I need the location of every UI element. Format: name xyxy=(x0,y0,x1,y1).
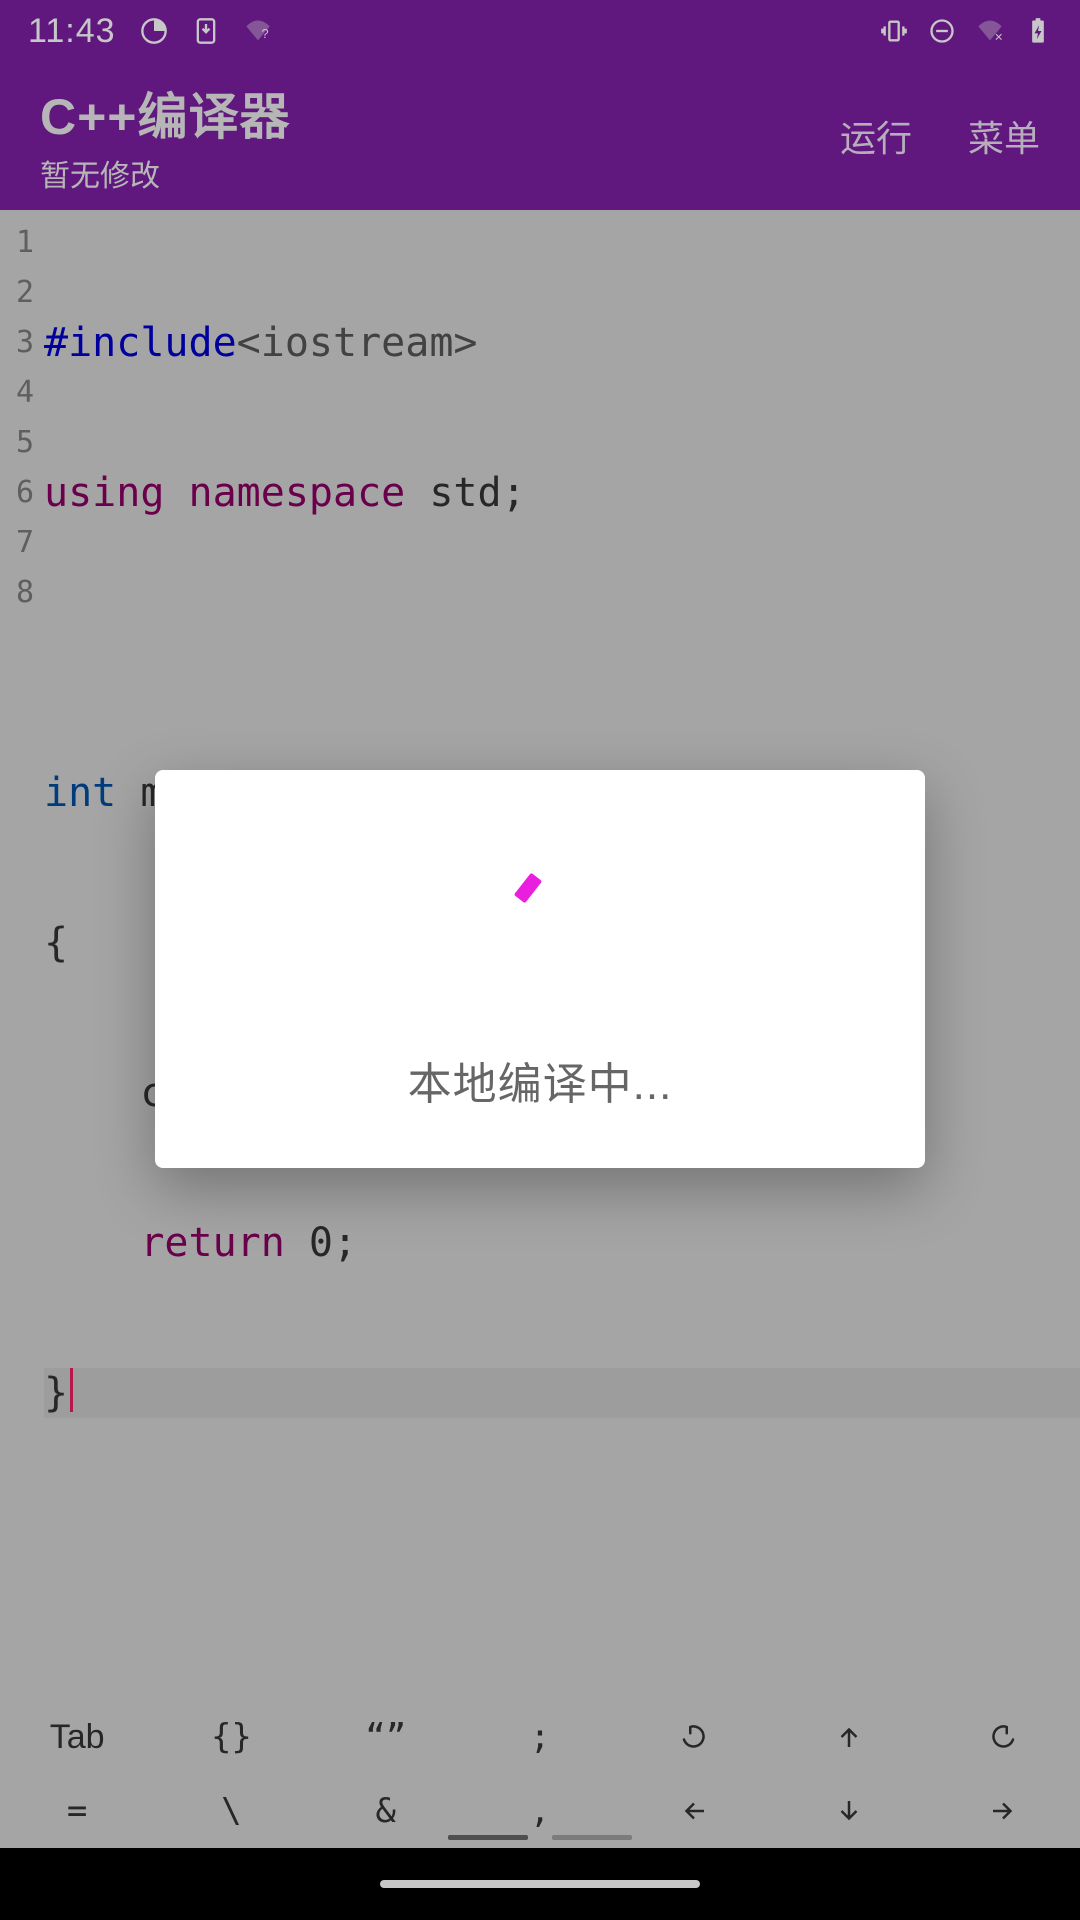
ampersand-key[interactable]: & xyxy=(309,1774,463,1848)
status-time: 11:43 xyxy=(28,12,116,51)
line-number: 5 xyxy=(0,418,34,468)
indicator-dot xyxy=(552,1835,632,1840)
vibrate-icon xyxy=(880,17,908,45)
compile-dialog: 本地编译中... xyxy=(155,770,925,1168)
undo-icon xyxy=(679,1722,709,1752)
dnd-icon xyxy=(928,17,956,45)
symbol-toolbar: Tab {} “” ; = \ & , xyxy=(0,1700,1080,1848)
up-key[interactable] xyxy=(771,1700,925,1774)
wifi-question-icon: ? xyxy=(244,17,272,45)
app-titles: C++编译器 暂无修改 xyxy=(40,77,840,195)
line-number: 2 xyxy=(0,268,34,318)
app-actions: 运行 菜单 xyxy=(840,110,1040,162)
right-key[interactable] xyxy=(926,1774,1080,1848)
code-line: return 0; xyxy=(44,1218,1080,1268)
equals-key[interactable]: = xyxy=(0,1774,154,1848)
line-number: 3 xyxy=(0,318,34,368)
wifi-off-icon: × xyxy=(976,17,1004,45)
app-bar: C++编译器 暂无修改 运行 菜单 xyxy=(0,62,1080,210)
code-line: using namespace std; xyxy=(44,468,1080,518)
arrow-right-icon xyxy=(988,1796,1018,1826)
tab-key[interactable]: Tab xyxy=(0,1700,154,1774)
indicator-dot xyxy=(448,1835,528,1840)
status-bar: 11:43 ? × xyxy=(0,0,1080,62)
backslash-key[interactable]: \ xyxy=(154,1774,308,1848)
dialog-message: 本地编译中... xyxy=(408,1048,673,1112)
semicolon-key[interactable]: ; xyxy=(463,1700,617,1774)
svg-text:?: ? xyxy=(261,26,268,41)
left-key[interactable] xyxy=(617,1774,771,1848)
arrow-down-icon xyxy=(834,1796,864,1826)
text-cursor xyxy=(70,1368,73,1412)
progress-spinner-icon xyxy=(485,848,595,958)
arrow-left-icon xyxy=(679,1796,709,1826)
line-gutter: 1 2 3 4 5 6 7 8 xyxy=(0,210,38,1700)
download-icon xyxy=(192,17,220,45)
line-number: 7 xyxy=(0,518,34,568)
line-number: 6 xyxy=(0,468,34,518)
data-meter-icon xyxy=(140,17,168,45)
toolbar-page-indicator xyxy=(448,1835,632,1840)
menu-button[interactable]: 菜单 xyxy=(968,110,1040,162)
system-nav-bar xyxy=(0,1848,1080,1920)
line-number: 1 xyxy=(0,218,34,268)
run-button[interactable]: 运行 xyxy=(840,110,912,162)
code-line xyxy=(44,618,1080,668)
app-subtitle: 暂无修改 xyxy=(40,151,840,195)
home-pill[interactable] xyxy=(380,1880,700,1888)
svg-text:×: × xyxy=(995,29,1003,45)
braces-key[interactable]: {} xyxy=(154,1700,308,1774)
status-left: 11:43 ? xyxy=(28,12,272,51)
code-line: } xyxy=(44,1368,1080,1418)
app-title: C++编译器 xyxy=(40,77,840,149)
line-number: 4 xyxy=(0,368,34,418)
battery-charging-icon xyxy=(1024,17,1052,45)
toolbar-row-1: Tab {} “” ; xyxy=(0,1700,1080,1774)
status-right: × xyxy=(880,17,1052,45)
arrow-up-icon xyxy=(834,1722,864,1752)
code-line: #include<iostream> xyxy=(44,318,1080,368)
down-key[interactable] xyxy=(771,1774,925,1848)
redo-key[interactable] xyxy=(926,1700,1080,1774)
line-number: 8 xyxy=(0,568,34,618)
redo-icon xyxy=(988,1722,1018,1752)
quotes-key[interactable]: “” xyxy=(309,1700,463,1774)
undo-key[interactable] xyxy=(617,1700,771,1774)
